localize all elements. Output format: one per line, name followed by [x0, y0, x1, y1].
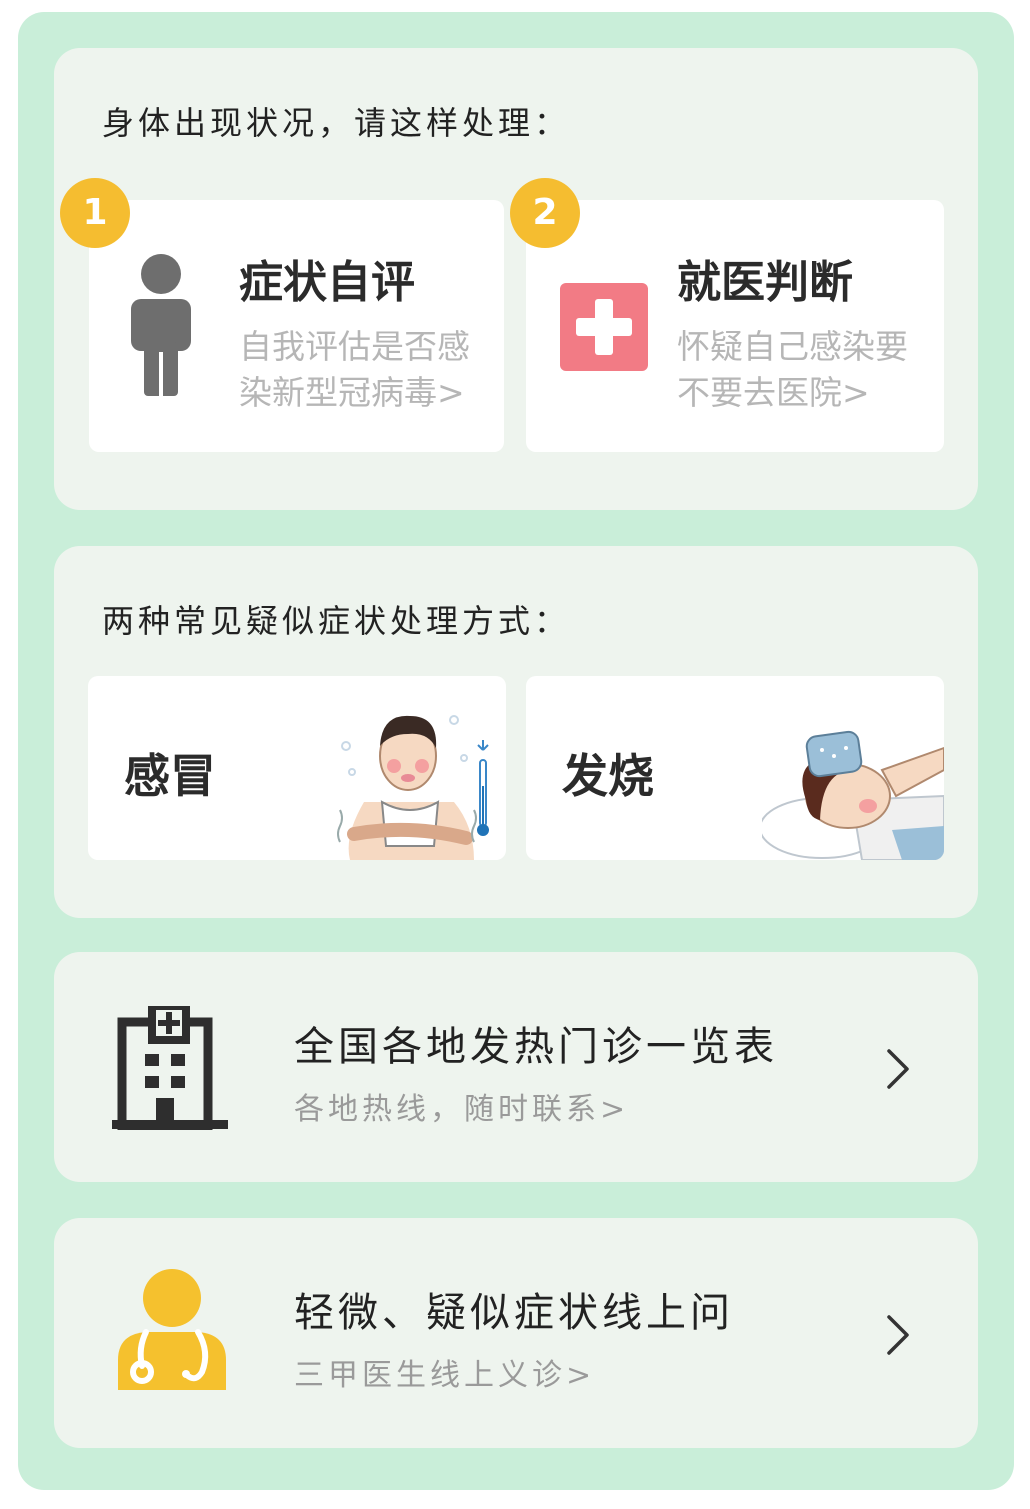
panel-title: 两种常见疑似症状处理方式：: [102, 602, 571, 640]
person-icon: [131, 252, 191, 397]
step-badge: 2: [510, 178, 580, 248]
card-title: 就医判断: [677, 257, 853, 308]
self-check-panel: 身体出现状况，请这样处理： 症状自评 自我评估是否感染新型冠病毒> 1 就医判断…: [54, 48, 978, 510]
medical-cross-icon: [560, 283, 648, 371]
card-title: 症状自评: [239, 257, 415, 308]
panel-title: 身体出现状况，请这样处理：: [102, 104, 571, 142]
fever-person-ice-pack-illustration: [762, 730, 944, 860]
medical-judgement-card[interactable]: 就医判断 怀疑自己感染要不要去医院>: [526, 200, 944, 452]
symptom-treatment-panel: 两种常见疑似症状处理方式： 感冒 发烧: [54, 546, 978, 918]
online-consult-row[interactable]: 轻微、疑似症状线上问 三甲医生线上义诊>: [54, 1218, 978, 1448]
fever-clinic-list-row[interactable]: 全国各地发热门诊一览表 各地热线，随时联系>: [54, 952, 978, 1182]
row-title: 全国各地发热门诊一览表: [294, 1024, 778, 1070]
symptom-self-check-card[interactable]: 症状自评 自我评估是否感染新型冠病毒>: [89, 200, 504, 452]
chevron-right-icon: [886, 1048, 910, 1090]
fever-card[interactable]: 发烧: [526, 676, 944, 860]
card-title: 感冒: [124, 749, 216, 803]
row-subtitle: 三甲医生线上义诊>: [294, 1358, 596, 1393]
doctor-icon: [118, 1268, 226, 1390]
chevron-right-icon: [886, 1314, 910, 1356]
card-description: 怀疑自己感染要不要去医院>: [677, 327, 908, 412]
hospital-building-icon: [112, 1006, 228, 1130]
row-subtitle: 各地热线，随时联系>: [294, 1092, 630, 1127]
card-title: 发烧: [562, 749, 654, 803]
cold-card[interactable]: 感冒: [88, 676, 506, 860]
row-title: 轻微、疑似症状线上问: [294, 1290, 734, 1336]
step-badge: 1: [60, 178, 130, 248]
card-description: 自我评估是否感染新型冠病毒>: [239, 327, 470, 412]
cold-shivering-person-illustration: [324, 706, 494, 860]
